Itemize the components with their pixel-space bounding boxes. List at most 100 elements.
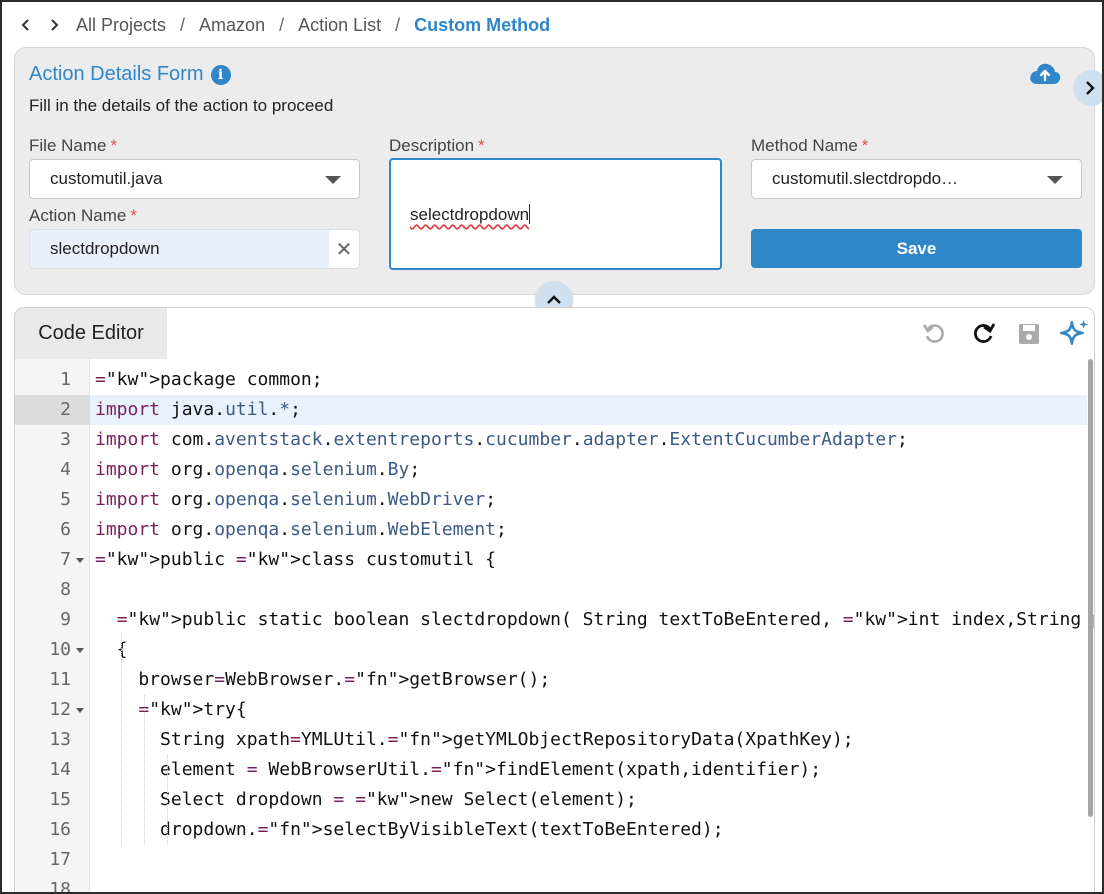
line-number: 13 (49, 729, 71, 750)
code-line[interactable]: 5 import org.openqa.selenium.WebDriver; (15, 485, 1087, 515)
code-content[interactable]: 1 ="kw">package common; 2 import java.util.… (15, 359, 1094, 892)
code-text: ="kw">public static boolean slectdropdow… (116, 609, 1094, 630)
method-name-dropdown[interactable]: customutil.slectdropdo… (751, 159, 1082, 199)
code-line[interactable]: 12 ="kw">try{ (15, 695, 1087, 725)
action-name-value: slectdropdown (50, 239, 160, 258)
file-name-label-text: File Name (29, 136, 107, 155)
line-number: 6 (60, 519, 71, 540)
code-line[interactable]: 17 (15, 845, 1087, 875)
chevron-right-icon (1086, 81, 1095, 95)
line-number: 9 (60, 609, 71, 630)
breadcrumb-all-projects[interactable]: All Projects (76, 15, 166, 36)
action-name-input[interactable]: slectdropdown ✕ (29, 229, 360, 269)
code-text: import java.util.*; (95, 399, 301, 420)
required-mark: * (130, 206, 137, 225)
code-text: { (95, 639, 128, 660)
info-icon[interactable]: i (210, 64, 231, 85)
line-number: 1 (60, 369, 71, 390)
code-line[interactable]: 14 element = WebBrowserUtil.="fn">findEl… (15, 755, 1087, 785)
back-arrow-icon[interactable] (12, 18, 40, 32)
required-mark: * (110, 136, 118, 155)
line-number-cell: 11 (15, 665, 90, 695)
clear-icon[interactable]: ✕ (329, 230, 359, 268)
chevron-up-icon (547, 295, 561, 304)
redo-icon[interactable] (969, 320, 997, 348)
line-number[interactable]: 10 (15, 635, 84, 665)
line-number-cell: 18 (15, 875, 90, 892)
tab-code-editor[interactable]: Code Editor (15, 308, 167, 359)
code-text: Select dropdown = ="kw">new Select(eleme… (95, 789, 637, 810)
code-text: browser=WebBrowser.="fn">getBrowser(); (95, 669, 551, 690)
line-number[interactable]: 7 (15, 545, 84, 575)
code-editor: Code Editor 1 ="kw">package common; 2 impor… (14, 307, 1095, 892)
undo-icon[interactable] (921, 320, 949, 348)
save-button[interactable]: Save (751, 229, 1082, 268)
breadcrumb-separator: / (395, 14, 401, 35)
method-name-value: customutil.slectdropdo… (772, 169, 959, 188)
line-number[interactable]: 12 (15, 695, 84, 725)
code-text: ="kw">try{ (138, 699, 247, 720)
scrollbar-thumb[interactable] (1088, 359, 1093, 817)
app-window: All Projects / Amazon / Action List / Cu… (0, 0, 1104, 894)
line-number: 2 (60, 399, 71, 420)
code-line[interactable]: 3 import com.aventstack.extentreports.cuc… (15, 425, 1087, 455)
code-line[interactable]: 9 ="kw">public static boolean slectdropd… (15, 605, 1094, 635)
action-name-label: Action Name * (29, 206, 137, 226)
code-text: ="kw">package common; (95, 369, 323, 390)
line-number-cell: 12 (15, 695, 90, 725)
code-line[interactable]: 4 import org.openqa.selenium.By; (15, 455, 1087, 485)
line-number-cell: 4 (15, 455, 90, 485)
breadcrumb-separator: / (279, 14, 285, 35)
file-name-dropdown[interactable]: customutil.java (29, 159, 360, 199)
line-number-cell: 15 (15, 785, 90, 815)
forward-arrow-icon[interactable] (40, 18, 68, 32)
breadcrumb-separator: / (180, 14, 186, 35)
form-title-text: Action Details Form (29, 63, 204, 85)
code-line[interactable]: 11 browser=WebBrowser.="fn">getBrowser()… (15, 665, 1087, 695)
code-text: import org.openqa.selenium.WebDriver; (95, 489, 497, 510)
line-number: 14 (49, 759, 71, 780)
code-text: String xpath=YMLUtil.="fn">getYMLObjectR… (95, 729, 854, 750)
code-text: element = WebBrowserUtil.="fn">findEleme… (95, 759, 822, 780)
line-number: 17 (49, 849, 71, 870)
breadcrumb-amazon[interactable]: Amazon (199, 15, 265, 36)
code-text: ="kw">public ="kw">class customutil { (95, 549, 496, 570)
description-label-text: Description (389, 136, 475, 155)
code-line[interactable]: 18 (15, 875, 1087, 892)
line-number: 8 (60, 579, 71, 600)
code-line[interactable]: 1 ="kw">package common; (15, 365, 1087, 395)
line-number-cell: 9 (15, 605, 90, 635)
breadcrumb-current: Custom Method (414, 14, 551, 35)
line-number-cell: 10 (15, 635, 90, 665)
line-number-cell: 13 (15, 725, 90, 755)
ai-sparkle-icon[interactable] (1057, 320, 1091, 348)
description-textarea[interactable]: selectdropdown (389, 158, 722, 270)
line-number-cell: 6 (15, 515, 90, 545)
save-icon[interactable] (1015, 320, 1043, 348)
action-name-label-text: Action Name (29, 206, 127, 225)
line-number: 4 (60, 459, 71, 480)
code-line[interactable]: 16 dropdown.="fn">selectByVisibleText(te… (15, 815, 1087, 845)
code-line[interactable]: 15 Select dropdown = ="kw">new Select(el… (15, 785, 1087, 815)
form-subtitle: Fill in the details of the action to pro… (29, 96, 334, 115)
method-name-label: Method Name * (751, 136, 868, 156)
text-cursor (529, 204, 531, 224)
expand-side-panel-button[interactable] (1073, 70, 1102, 106)
code-line[interactable]: 10 { (15, 635, 1087, 665)
line-number-cell: 1 (15, 365, 90, 395)
chevron-down-icon (1047, 176, 1063, 184)
cloud-upload-icon[interactable] (1028, 60, 1062, 90)
breadcrumb: All Projects / Amazon / Action List / Cu… (12, 14, 550, 36)
code-line[interactable]: 2 import java.util.*; (15, 395, 1087, 425)
code-text: import org.openqa.selenium.WebElement; (95, 519, 507, 540)
code-line[interactable]: 13 String xpath=YMLUtil.="fn">getYMLObje… (15, 725, 1087, 755)
code-line[interactable]: 8 (15, 575, 1087, 605)
indent-guide (121, 635, 122, 845)
required-mark: * (861, 136, 869, 155)
description-value: selectdropdown (410, 205, 530, 224)
breadcrumb-action-list[interactable]: Action List (298, 15, 381, 36)
code-line[interactable]: 6 import org.openqa.selenium.WebElement; (15, 515, 1087, 545)
code-line[interactable]: 7 ="kw">public ="kw">class customutil { (15, 545, 1087, 575)
vertical-scrollbar[interactable] (1086, 359, 1094, 829)
form-title: Action Details Form i (29, 63, 231, 86)
